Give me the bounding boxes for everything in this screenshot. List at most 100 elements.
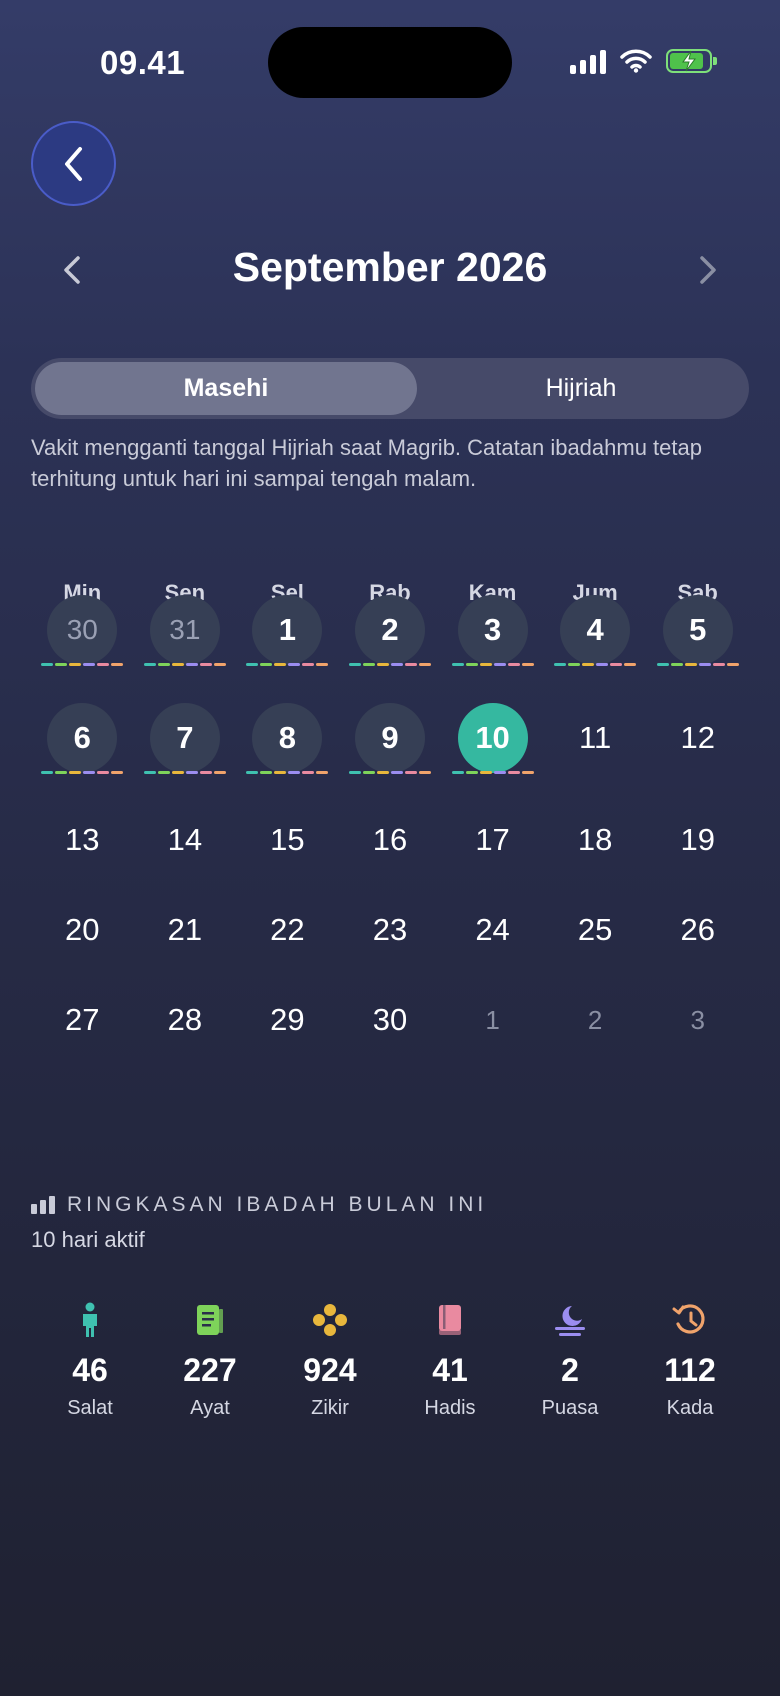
activity-dash bbox=[451, 663, 464, 666]
activity-dash bbox=[465, 771, 478, 774]
calendar-day[interactable]: 29 bbox=[236, 985, 339, 1055]
day-number: 25 bbox=[577, 912, 613, 947]
bar-chart-icon bbox=[31, 1196, 55, 1214]
calendar-day[interactable]: 1 bbox=[236, 595, 339, 666]
calendar-day[interactable]: 20 bbox=[31, 895, 134, 965]
calendar-day[interactable]: 9 bbox=[339, 703, 442, 774]
wifi-icon bbox=[620, 49, 652, 73]
activity-dashes bbox=[143, 663, 226, 666]
activity-dashes bbox=[451, 663, 534, 666]
calendar-day[interactable]: 8 bbox=[236, 703, 339, 774]
day-number: 1 bbox=[278, 612, 297, 647]
activity-dashes bbox=[656, 663, 739, 666]
day-number: 3 bbox=[690, 1005, 705, 1035]
calendar-day[interactable]: 23 bbox=[339, 895, 442, 965]
stat-label: Ayat bbox=[190, 1397, 230, 1419]
calendar-day[interactable]: 13 bbox=[31, 805, 134, 875]
activity-dash bbox=[41, 771, 54, 774]
calendar-day[interactable]: 3 bbox=[646, 985, 749, 1055]
activity-dash bbox=[288, 663, 301, 666]
day-number: 27 bbox=[65, 1002, 100, 1037]
tab-masehi[interactable]: Masehi bbox=[35, 362, 417, 415]
stat-label: Kada bbox=[666, 1397, 714, 1419]
activity-dash bbox=[69, 771, 82, 774]
calendar-day[interactable]: 24 bbox=[441, 895, 544, 965]
calendar-note: Vakit mengganti tanggal Hijriah saat Mag… bbox=[31, 435, 702, 491]
activity-dash bbox=[712, 663, 725, 666]
stat-label: Salat bbox=[67, 1397, 113, 1419]
calendar-day[interactable]: 30 bbox=[31, 595, 134, 666]
activity-dash bbox=[157, 771, 170, 774]
activity-dashes bbox=[554, 663, 637, 666]
calendar-day[interactable]: 3 bbox=[441, 595, 544, 666]
moon-icon bbox=[510, 1300, 630, 1340]
calendar-day[interactable]: 2 bbox=[544, 985, 647, 1055]
activity-dash bbox=[418, 663, 431, 666]
calendar-day[interactable]: 26 bbox=[646, 895, 749, 965]
calendar-day[interactable]: 25 bbox=[544, 895, 647, 965]
calendar-day-selected[interactable]: 10 bbox=[441, 703, 544, 774]
tab-hijriah[interactable]: Hijriah bbox=[417, 362, 745, 415]
activity-dash bbox=[582, 663, 595, 666]
activity-dash bbox=[97, 771, 110, 774]
activity-dash bbox=[568, 663, 581, 666]
activity-dash bbox=[596, 663, 609, 666]
calendar-day[interactable]: 15 bbox=[236, 805, 339, 875]
calendar-day[interactable]: 16 bbox=[339, 805, 442, 875]
activity-dash bbox=[246, 771, 259, 774]
day-number: 3 bbox=[483, 612, 502, 647]
calendar-day[interactable]: 19 bbox=[646, 805, 749, 875]
calendar-day[interactable]: 27 bbox=[31, 985, 134, 1055]
day-number: 17 bbox=[475, 822, 510, 857]
calendar-day[interactable]: 2 bbox=[339, 595, 442, 666]
activity-dash bbox=[260, 771, 273, 774]
activity-dash bbox=[390, 771, 403, 774]
activity-dash bbox=[302, 663, 315, 666]
calendar-day[interactable]: 28 bbox=[134, 985, 237, 1055]
calendar-day[interactable]: 14 bbox=[134, 805, 237, 875]
next-month-button[interactable] bbox=[692, 250, 724, 290]
summary-stats: 46 Salat 227 Ayat 924 Zikir 41 Hadis 2 Puasa 112 Ka… bbox=[30, 1300, 750, 1420]
calendar-day[interactable]: 4 bbox=[544, 595, 647, 666]
calendar-day[interactable]: 1 bbox=[441, 985, 544, 1055]
calendar-day[interactable]: 21 bbox=[134, 895, 237, 965]
activity-dash bbox=[185, 771, 198, 774]
calendar-day[interactable]: 30 bbox=[339, 985, 442, 1055]
calendar-day[interactable]: 18 bbox=[544, 805, 647, 875]
activity-dashes bbox=[348, 663, 431, 666]
calendar: Min Sen Sel Rab Kam Jum Sab 30 31 1 2 3 4 5 6 7 8 9 10 11 1… bbox=[31, 580, 749, 1037]
activity-dash bbox=[143, 771, 156, 774]
beads-icon bbox=[270, 1300, 390, 1340]
activity-dash bbox=[213, 771, 226, 774]
active-days-count: 10 hari aktif bbox=[31, 1227, 145, 1252]
activity-dash bbox=[404, 663, 417, 666]
calendar-day[interactable]: 22 bbox=[236, 895, 339, 965]
calendar-day[interactable]: 5 bbox=[646, 595, 749, 666]
activity-dash bbox=[157, 663, 170, 666]
summary-header: RINGKASAN IBADAH BULAN INI bbox=[31, 1193, 487, 1217]
activity-dash bbox=[451, 771, 464, 774]
book-icon bbox=[390, 1300, 510, 1340]
activity-dash bbox=[362, 771, 375, 774]
calendar-day[interactable]: 12 bbox=[646, 703, 749, 773]
back-button[interactable] bbox=[31, 121, 116, 206]
day-number: 29 bbox=[270, 1002, 305, 1037]
calendar-day[interactable]: 31 bbox=[134, 595, 237, 666]
day-number: 21 bbox=[167, 912, 203, 947]
calendar-day[interactable]: 6 bbox=[31, 703, 134, 774]
day-number: 31 bbox=[169, 614, 201, 645]
activity-dash bbox=[507, 663, 520, 666]
history-icon bbox=[630, 1300, 750, 1340]
day-number: 15 bbox=[270, 822, 305, 857]
stat-zikir: 924 Zikir bbox=[270, 1300, 390, 1420]
activity-dash bbox=[199, 663, 212, 666]
day-number: 4 bbox=[586, 612, 604, 647]
activity-dash bbox=[274, 771, 287, 774]
calendar-day[interactable]: 7 bbox=[134, 703, 237, 774]
calendar-day[interactable]: 17 bbox=[441, 805, 544, 875]
calendar-day[interactable]: 11 bbox=[544, 703, 647, 773]
activity-dash bbox=[246, 663, 259, 666]
activity-dash bbox=[302, 771, 315, 774]
stat-value: 924 bbox=[303, 1352, 357, 1388]
day-number: 14 bbox=[167, 822, 203, 857]
